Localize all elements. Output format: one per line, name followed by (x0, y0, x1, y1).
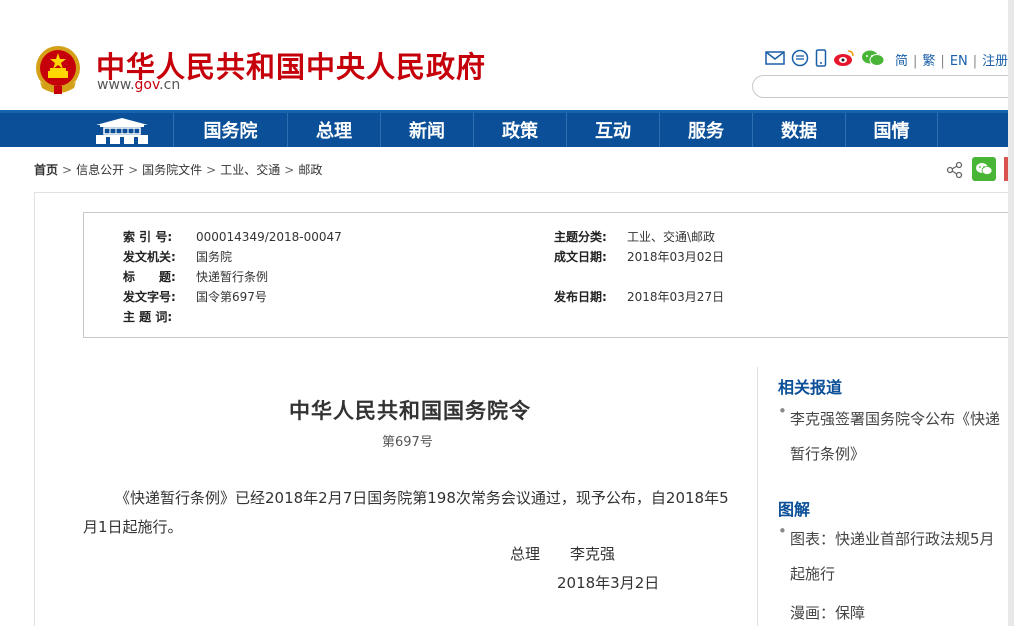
chevron-right-icon: > (62, 163, 73, 177)
related-report-link[interactable]: • 李克强签署国务院令公布《快递暂行条例》 (778, 402, 1008, 472)
info-row-index: 索 引 号: 000014349/2018-00047 (123, 228, 342, 245)
sidebar-divider (757, 367, 758, 626)
info-value: 工业、交通\邮政 (627, 230, 716, 244)
nav-item-state-council[interactable]: 国务院 (173, 113, 287, 147)
info-label: 发文字号: (123, 290, 176, 304)
info-label: 索 引 号: (123, 230, 173, 244)
comic-text[interactable]: 漫画：保障 (778, 596, 1008, 626)
top-icon-bar (765, 48, 891, 68)
nav-item-news[interactable]: 新闻 (380, 113, 473, 147)
info-value: 国务院 (196, 250, 233, 264)
wechat-share-icon[interactable] (972, 157, 996, 181)
article-signer: 总理 李克强 (510, 543, 615, 564)
lang-simplified-link[interactable]: 简 (895, 54, 908, 69)
main-nav: 国务院 总理 新闻 政策 互动 服务 数据 国情 (0, 110, 1014, 147)
article-paragraph: 《快递暂行条例》已经2018年2月7日国务院第198次常务会议通过，现予公布，自… (83, 489, 729, 536)
bullet-icon: • (778, 402, 787, 420)
site-url-suffix: .cn (159, 77, 181, 93)
info-row-keywords: 主 题 词: (123, 308, 196, 325)
bullet-icon: • (778, 522, 787, 540)
comic-link[interactable]: 漫画：保障 (778, 596, 1008, 626)
home-gate-icon[interactable] (90, 115, 154, 147)
page-scrollbar[interactable] (1008, 0, 1014, 626)
related-reports-heading: 相关报道 (778, 378, 843, 397)
site-url-domain: gov (134, 77, 160, 93)
article-date: 2018年3月2日 (557, 574, 660, 592)
nav-item-interaction[interactable]: 互动 (566, 113, 659, 147)
language-links: 简 | 繁 | EN | 注册 (895, 54, 1009, 69)
info-row-published: 发布日期: 2018年03月27日 (554, 288, 724, 305)
info-value: 2018年03月02日 (627, 250, 725, 264)
lang-english-link[interactable]: EN (950, 54, 968, 69)
site-url[interactable]: www.gov.cn (97, 77, 180, 93)
share-icon[interactable] (946, 161, 964, 183)
infographic-link[interactable]: • 图表：快递业首部行政法规5月起施行 (778, 522, 1008, 592)
breadcrumb-industry-transport[interactable]: 工业、交通 (220, 163, 280, 177)
info-label: 成文日期: (554, 250, 607, 264)
weibo-icon[interactable] (833, 49, 855, 67)
site-header: 中华人民共和国中央人民政府 www.gov.cn 简 | 繁 | EN | 注册 (0, 0, 1014, 110)
info-value: 国令第697号 (196, 290, 267, 304)
site-url-prefix: www. (97, 77, 135, 93)
infographic-text[interactable]: 图表：快递业首部行政法规5月起施行 (778, 522, 1008, 592)
info-label: 发文机关: (123, 250, 176, 264)
nav-items: 国务院 总理 新闻 政策 互动 服务 数据 国情 (173, 113, 938, 147)
breadcrumb-home[interactable]: 首页 (34, 163, 58, 177)
breadcrumb-council-docs[interactable]: 国务院文件 (142, 163, 202, 177)
nav-item-premier[interactable]: 总理 (287, 113, 380, 147)
search-input[interactable] (752, 75, 1014, 98)
register-link[interactable]: 注册 (982, 54, 1008, 69)
national-emblem-icon[interactable] (34, 44, 82, 96)
info-row-docno: 发文字号: 国令第697号 (123, 288, 267, 305)
wechat-icon[interactable] (861, 49, 885, 67)
mobile-icon[interactable] (815, 49, 827, 67)
info-row-topic: 主题分类: 工业、交通\邮政 (554, 228, 715, 245)
nav-item-policy[interactable]: 政策 (473, 113, 566, 147)
article-number: 第697号 (382, 435, 433, 450)
nav-item-national-info[interactable]: 国情 (845, 113, 938, 147)
signer-role: 总理 (510, 545, 541, 563)
lang-traditional-link[interactable]: 繁 (922, 54, 935, 69)
info-label: 发布日期: (554, 290, 607, 304)
breadcrumb: 首页 > 信息公开 > 国务院文件 > 工业、交通 > 邮政 (34, 161, 322, 178)
info-label: 主题分类: (554, 230, 607, 244)
info-value: 2018年03月27日 (627, 290, 725, 304)
info-label: 主 题 词: (123, 310, 173, 324)
chevron-right-icon: > (128, 163, 139, 177)
info-row-issuer: 发文机关: 国务院 (123, 248, 232, 265)
breadcrumb-info-public[interactable]: 信息公开 (76, 163, 124, 177)
article-title: 中华人民共和国国务院令 (289, 399, 531, 423)
info-value: 快递暂行条例 (196, 270, 269, 284)
chevron-right-icon: > (284, 163, 295, 177)
message-icon[interactable] (791, 49, 809, 67)
nav-item-services[interactable]: 服务 (659, 113, 752, 147)
info-label: 标 题: (123, 270, 176, 284)
nav-item-data[interactable]: 数据 (752, 113, 845, 147)
related-report-text[interactable]: 李克强签署国务院令公布《快递暂行条例》 (778, 402, 1008, 472)
signer-name: 李克强 (570, 545, 616, 563)
breadcrumb-postal[interactable]: 邮政 (298, 163, 322, 177)
info-row-title: 标 题: 快递暂行条例 (123, 268, 268, 285)
info-value: 000014349/2018-00047 (196, 230, 342, 244)
info-row-created: 成文日期: 2018年03月02日 (554, 248, 724, 265)
mail-icon[interactable] (765, 50, 785, 66)
chevron-right-icon: > (206, 163, 217, 177)
